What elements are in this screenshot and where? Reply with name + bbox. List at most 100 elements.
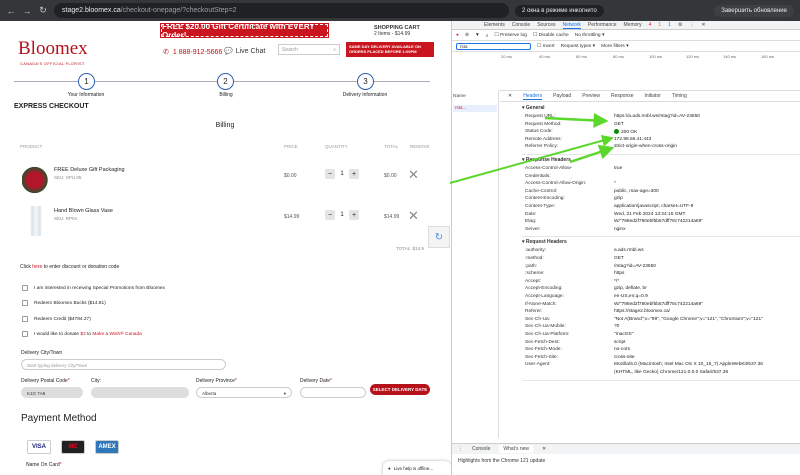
preserve-log-toggle[interactable]: ☐ Preserve log <box>494 33 527 38</box>
tab-elements[interactable]: Elements <box>484 22 505 28</box>
request-item[interactable]: rsta... <box>453 105 497 112</box>
kebab-icon[interactable]: ⋮ <box>689 22 694 28</box>
promo-banner[interactable]: FREE $20.00 Gift Certificate with EVERY … <box>160 22 329 40</box>
arrow-right-icon[interactable]: → <box>22 6 32 16</box>
minus-button[interactable]: − <box>325 210 335 220</box>
search-icon[interactable]: ⌕ <box>486 33 489 39</box>
city-input[interactable] <box>91 387 189 398</box>
cart-row: Hand Blown Glass Vase SKU: RP04 $14.99 −… <box>20 202 436 242</box>
recaptcha-icon[interactable]: ↻ <box>428 226 450 248</box>
province-select[interactable]: Alberta ▾ <box>196 387 292 398</box>
product-name[interactable]: FREE Deluxe Gift Packaging <box>54 167 125 173</box>
tab-response[interactable]: Response <box>611 93 634 99</box>
arrow-left-icon[interactable]: ← <box>6 6 16 16</box>
error-badge[interactable]: 4 <box>649 22 652 28</box>
tab-whats-new[interactable]: What's new <box>499 445 534 453</box>
minus-button[interactable]: − <box>325 169 335 179</box>
filter-icon[interactable]: ▼ <box>475 33 480 38</box>
quantity-value[interactable]: 1 <box>338 171 346 177</box>
phone-number[interactable]: ✆ 1 888-912-5666 <box>163 48 222 57</box>
close-icon[interactable]: ✕ <box>701 22 705 28</box>
donate-charity-link[interactable]: Make a Wish® Canada <box>92 332 141 337</box>
close-icon[interactable]: ✕ <box>508 93 512 99</box>
tab-timing[interactable]: Timing <box>672 93 687 99</box>
header-key: Sec-Ch-Ua-Platform: <box>525 332 570 337</box>
billing-title: Billing <box>215 122 235 129</box>
tab-network[interactable]: Network <box>562 22 581 29</box>
step-1[interactable]: 1 <box>78 73 95 90</box>
invert-toggle[interactable]: ☐ Invert <box>537 44 555 49</box>
general-section-header[interactable]: ▾ General <box>522 105 545 111</box>
logo[interactable]: Bloomex <box>18 38 88 60</box>
incognito-indicator[interactable]: 2 окна в режиме инкогнито <box>515 4 604 17</box>
remove-icon[interactable]: ✕ <box>408 208 419 224</box>
tab-memory[interactable]: Memory <box>624 22 642 28</box>
checkbox[interactable] <box>22 331 28 337</box>
more-filters-select[interactable]: More filters ▾ <box>601 44 628 49</box>
tab-payload[interactable]: Payload <box>553 93 571 99</box>
quantity-value[interactable]: 1 <box>338 212 346 218</box>
header-value: * <box>614 181 616 187</box>
th-price: PRICE <box>284 144 298 149</box>
reload-icon[interactable]: ↻ <box>38 5 48 16</box>
same-day-banner: SAME DAY DELIVERY AVAILABLE ON ORDERS PL… <box>346 42 434 57</box>
postal-code-input[interactable]: K1G 7A8 <box>21 387 83 398</box>
product-name[interactable]: Hand Blown Glass Vase <box>54 208 113 214</box>
plus-button[interactable]: + <box>349 169 359 179</box>
response-header-row: Server: nginx <box>525 227 800 235</box>
tab-console[interactable]: Console <box>512 22 530 28</box>
throttling-select[interactable]: No throttling ▾ <box>575 33 605 38</box>
request-headers-section-header[interactable]: ▾ Request Headers <box>522 239 567 245</box>
tab-initiator[interactable]: Initiator <box>645 93 661 99</box>
live-chat-link[interactable]: 💬 Live Chat <box>224 47 265 56</box>
response-headers-section-header[interactable]: ▾ Response Headers <box>522 157 571 163</box>
amex-icon[interactable]: AMEX <box>95 440 119 454</box>
search-icon[interactable]: ⌕ <box>333 47 336 53</box>
close-icon[interactable]: ✕ <box>542 446 546 452</box>
address-bar[interactable]: stage2.bloomex.ca/checkout-onepage/?chec… <box>54 3 509 18</box>
shopping-cart[interactable]: SHOPPING CART 2 Items - $14.99 <box>374 25 420 37</box>
tab-performance[interactable]: Performance <box>588 22 617 28</box>
checkbox[interactable] <box>22 285 28 291</box>
mastercard-icon[interactable]: MC <box>61 440 85 454</box>
plus-button[interactable]: + <box>349 210 359 220</box>
city-label: City: <box>91 378 101 384</box>
select-delivery-date-button[interactable]: SELECT DELIVERY DATE <box>370 384 430 395</box>
disable-cache-toggle[interactable]: ☐ Disable cache <box>533 33 569 38</box>
issues-badge[interactable]: 1 <box>668 22 671 28</box>
product-image[interactable] <box>22 165 50 195</box>
name-column-header[interactable]: Name <box>453 94 466 99</box>
checkbox[interactable] <box>22 316 28 322</box>
date-input[interactable] <box>300 387 366 398</box>
update-button[interactable]: Завершить обновление <box>714 4 794 17</box>
record-icon[interactable]: ● <box>456 33 459 38</box>
timeline-tick: 60 ms <box>576 54 587 59</box>
kebab-icon[interactable]: ⋮ <box>458 446 463 452</box>
tab-preview[interactable]: Preview <box>582 93 600 99</box>
search-input[interactable]: Search ⌕ <box>278 44 340 55</box>
gear-icon[interactable]: ⚙ <box>678 22 682 28</box>
network-timeline[interactable]: 20 ms 40 ms 60 ms 80 ms 100 ms 120 ms 14… <box>499 53 800 91</box>
tab-sources[interactable]: Sources <box>537 22 555 28</box>
bucks-checkbox-row[interactable]: Redeem Bloomex Bucks ($14.81) <box>22 300 106 306</box>
tab-headers[interactable]: Headers <box>523 93 543 100</box>
request-types-select[interactable]: Request types ▾ <box>561 44 595 49</box>
clear-icon[interactable]: ⊘ <box>465 33 469 38</box>
delivery-city-input[interactable]: Start typing delivery City/Town <box>21 359 226 370</box>
visa-icon[interactable]: VISA <box>27 440 51 454</box>
website-viewport: Bloomex CANADA'S OFFICIAL FLORIST FREE $… <box>0 21 451 475</box>
credit-checkbox-row[interactable]: Redeem Credit ($4784.27) <box>22 316 91 322</box>
step-2[interactable]: 2 <box>217 73 234 90</box>
warning-badge[interactable]: 1 <box>658 22 661 28</box>
promo-checkbox-row[interactable]: I am interested in receiving Special Pro… <box>22 285 165 291</box>
step-3[interactable]: 3 <box>357 73 374 90</box>
remove-icon[interactable]: ✕ <box>408 167 419 183</box>
discount-link[interactable]: here <box>32 264 42 270</box>
response-header-row: Cache-Control: public, max-age=300 <box>525 189 800 197</box>
filter-input[interactable]: rsta <box>456 43 531 50</box>
live-help-widget[interactable]: ● Live help is offline... <box>383 461 451 475</box>
checkbox[interactable] <box>22 300 28 306</box>
donate-checkbox-row[interactable]: I would like to donate $2 to Make a Wish… <box>22 331 142 337</box>
tab-console-drawer[interactable]: Console <box>472 446 490 452</box>
product-image[interactable] <box>22 206 50 236</box>
